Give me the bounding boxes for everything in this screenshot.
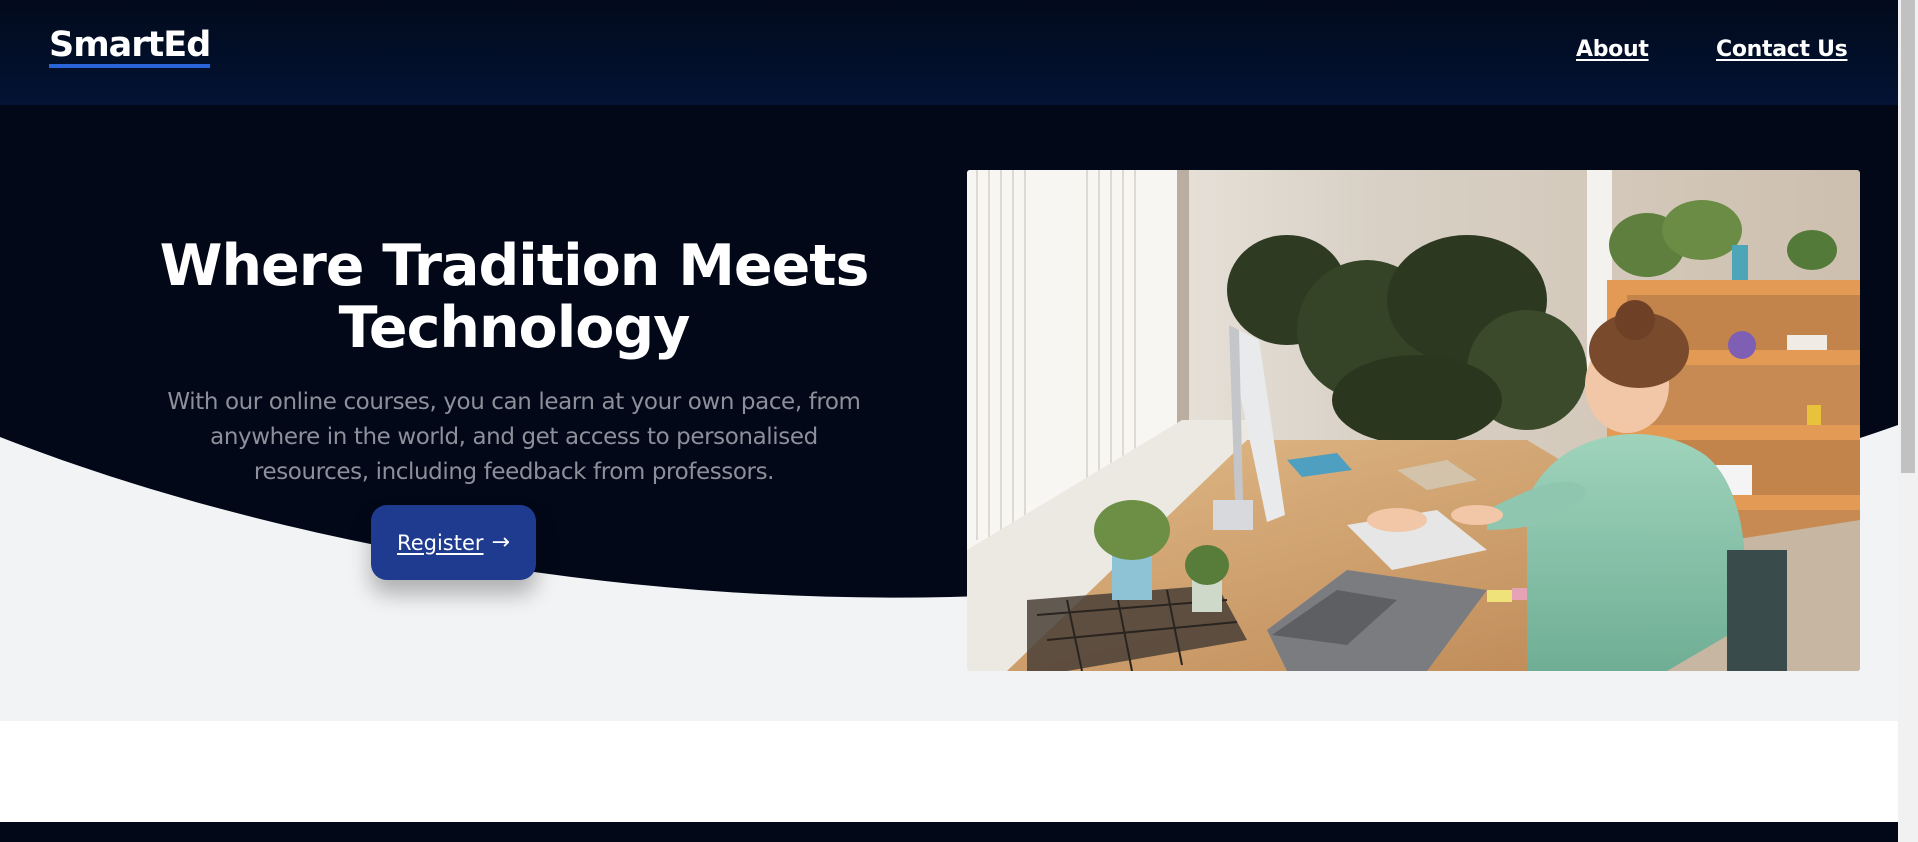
hero-section: Where Tradition Meets Technology With ou… xyxy=(0,105,1898,721)
navbar: SmartEd About Contact Us xyxy=(0,0,1898,105)
hero-image xyxy=(967,170,1860,671)
arrow-right-icon: → xyxy=(491,529,510,555)
hero-description: With our online courses, you can learn a… xyxy=(167,389,861,485)
register-button[interactable]: Register → xyxy=(371,505,536,580)
page: SmartEd About Contact Us Where Tradition… xyxy=(0,0,1918,842)
logo[interactable]: SmartEd xyxy=(49,26,211,68)
vertical-scrollbar[interactable] xyxy=(1898,0,1918,842)
main-viewport: SmartEd About Contact Us Where Tradition… xyxy=(0,0,1898,842)
content-section-placeholder xyxy=(0,721,1898,822)
hero-title: Where Tradition Meets Technology xyxy=(159,233,870,361)
nav-link-contact-us[interactable]: Contact Us xyxy=(1716,37,1848,62)
scrollbar-thumb[interactable] xyxy=(1901,0,1915,473)
register-label: Register xyxy=(397,530,484,555)
dark-section-top xyxy=(0,822,1898,842)
nav-link-about[interactable]: About xyxy=(1576,37,1649,62)
hero-photo-illustration xyxy=(967,170,1860,671)
